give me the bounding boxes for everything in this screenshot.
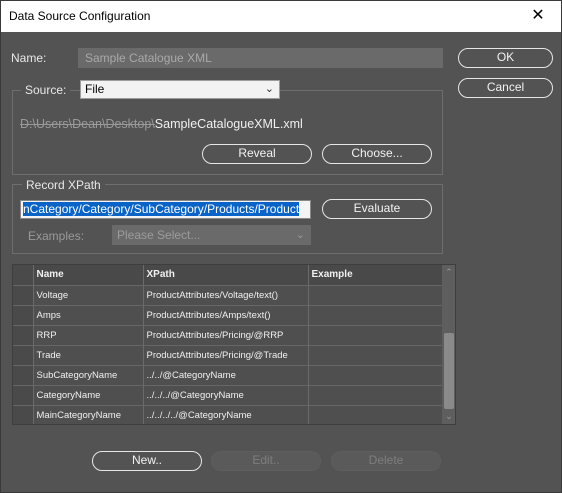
name-field[interactable]: Sample Catalogue XML <box>78 48 443 68</box>
cell-xpath[interactable]: ProductAttributes/Pricing/@RRP <box>143 324 309 345</box>
reveal-button[interactable]: Reveal <box>202 144 312 164</box>
row-header[interactable] <box>13 404 34 424</box>
table-row[interactable]: Amps ProductAttributes/Amps/text() <box>13 304 443 325</box>
table-row[interactable]: RRP ProductAttributes/Pricing/@RRP <box>13 324 443 345</box>
table-row[interactable]: Trade ProductAttributes/Pricing/@Trade <box>13 344 443 365</box>
cell-xpath[interactable]: ../../../../@CategoryName <box>143 404 309 424</box>
table-row[interactable]: CategoryName ../../../@CategoryName <box>13 384 443 405</box>
cell-example[interactable] <box>308 384 443 405</box>
table-vertical-scrollbar[interactable]: ⌃ ⌄ <box>442 265 455 424</box>
table-row[interactable]: SubCategoryName ../../@CategoryName <box>13 364 443 385</box>
column-header-xpath[interactable]: XPath <box>143 265 309 285</box>
scroll-down-icon[interactable]: ⌄ <box>442 411 455 422</box>
cell-example[interactable] <box>308 304 443 325</box>
cell-example[interactable] <box>308 364 443 385</box>
window-title: Data Source Configuration <box>9 9 151 23</box>
cell-example[interactable] <box>308 404 443 424</box>
row-header[interactable] <box>13 304 34 325</box>
table-row[interactable]: Voltage ProductAttributes/Voltage/text() <box>13 284 443 305</box>
fields-table: Name XPath Example Voltage ProductAttribu… <box>12 264 456 425</box>
cell-name[interactable]: Trade <box>33 344 144 365</box>
table-row[interactable]: MainCategoryName ../../../../@CategoryNam… <box>13 404 443 424</box>
cell-example[interactable] <box>308 284 443 305</box>
title-bar: Data Source Configuration ✕ <box>1 1 561 32</box>
source-file-path: D:\Users\Dean\Desktop\SampleCatalogueXML… <box>20 117 303 131</box>
source-label: Source: <box>21 83 71 97</box>
cell-xpath[interactable]: ../../@CategoryName <box>143 364 309 385</box>
examples-label: Examples: <box>28 229 85 243</box>
cell-name[interactable]: RRP <box>33 324 144 345</box>
cancel-button[interactable]: Cancel <box>458 78 553 98</box>
cell-name[interactable]: CategoryName <box>33 384 144 405</box>
row-header[interactable] <box>13 384 34 405</box>
close-icon[interactable]: ✕ <box>515 1 561 32</box>
row-header[interactable] <box>13 324 34 345</box>
cell-xpath[interactable]: ProductAttributes/Pricing/@Trade <box>143 344 309 365</box>
cell-xpath[interactable]: ProductAttributes/Voltage/text() <box>143 284 309 305</box>
cell-name[interactable]: SubCategoryName <box>33 364 144 385</box>
column-header-example[interactable]: Example <box>308 265 443 285</box>
column-header-name[interactable]: Name <box>33 265 144 285</box>
row-header[interactable] <box>13 364 34 385</box>
record-xpath-value: nCategory/Category/SubCategory/Products/… <box>23 202 300 216</box>
edit-button[interactable]: Edit.. <box>211 451 321 471</box>
cell-example[interactable] <box>308 324 443 345</box>
examples-placeholder: Please Select... <box>117 228 201 242</box>
row-header[interactable] <box>13 284 34 305</box>
cell-name[interactable]: Amps <box>33 304 144 325</box>
name-label: Name: <box>11 51 47 65</box>
record-xpath-input[interactable]: nCategory/Category/SubCategory/Products/… <box>20 200 311 219</box>
file-name: SampleCatalogueXML.xml <box>154 117 303 131</box>
evaluate-button[interactable]: Evaluate <box>322 199 432 219</box>
scroll-up-icon[interactable]: ⌃ <box>442 267 455 278</box>
ok-button[interactable]: OK <box>458 48 553 68</box>
new-button[interactable]: New.. <box>92 451 202 471</box>
choose-button[interactable]: Choose... <box>322 144 432 164</box>
cell-example[interactable] <box>308 344 443 365</box>
cell-xpath[interactable]: ProductAttributes/Amps/text() <box>143 304 309 325</box>
table-header-row: Name XPath Example <box>13 265 443 285</box>
row-header-corner <box>13 265 34 285</box>
cell-name[interactable]: MainCategoryName <box>33 404 144 424</box>
source-selected-value: File <box>85 82 105 96</box>
row-header[interactable] <box>13 344 34 365</box>
chevron-down-icon: ⌄ <box>295 229 305 241</box>
cell-xpath[interactable]: ../../../@CategoryName <box>143 384 309 405</box>
redacted-path: D:\Users\Dean\Desktop\ <box>20 117 155 131</box>
examples-select[interactable]: Please Select... ⌄ <box>112 225 311 245</box>
data-source-configuration-dialog: Data Source Configuration ✕ Name: Sample… <box>0 0 562 493</box>
cell-name[interactable]: Voltage <box>33 284 144 305</box>
source-select[interactable]: File ⌄ <box>80 80 280 99</box>
scrollbar-thumb[interactable] <box>444 333 454 409</box>
delete-button[interactable]: Delete <box>331 451 441 471</box>
chevron-down-icon: ⌄ <box>264 83 274 95</box>
record-xpath-label: Record XPath <box>22 178 105 192</box>
